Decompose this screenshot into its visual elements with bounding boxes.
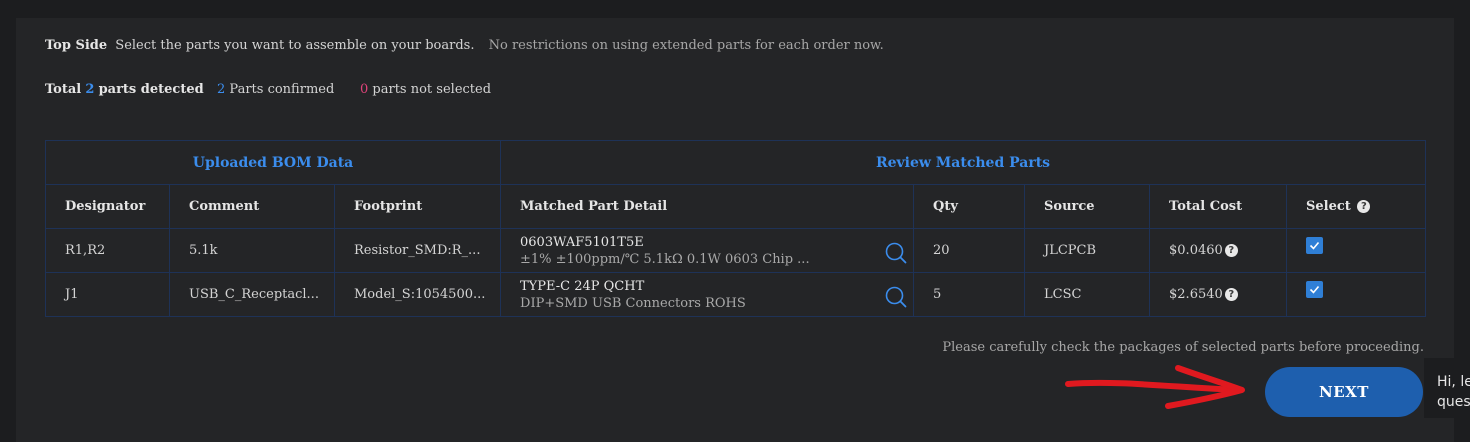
check-packages-note: Please carefully check the packages of s… <box>942 340 1424 355</box>
part-number: TYPE-C 24P QCHT <box>520 278 645 294</box>
col-select: Select ? <box>1286 184 1427 229</box>
comment-cell: 5.1k <box>169 228 335 273</box>
table-row: J1 USB_C_Receptacl... Model_S:1054500...… <box>45 272 1427 317</box>
qty-cell: 20 <box>913 228 1026 273</box>
col-qty: Qty <box>913 184 1026 229</box>
source-cell: JLCPCB <box>1024 228 1151 273</box>
part-description: ±1% ±100ppm/℃ 5.1kΩ 0.1W 0603 Chip ... <box>520 251 810 267</box>
restriction-note: No restrictions on using extended parts … <box>488 38 884 53</box>
designator-cell: R1,R2 <box>45 228 170 273</box>
side-label: Top Side <box>45 38 108 53</box>
search-icon[interactable] <box>885 286 907 308</box>
parts-not-selected: 0 parts not selected <box>360 82 491 97</box>
select-checkbox[interactable] <box>1306 237 1324 254</box>
footprint-cell: Resistor_SMD:R_... <box>333 228 502 273</box>
checkbox-checked-icon <box>1309 285 1320 294</box>
group-review-matched: Review Matched Parts <box>500 140 1427 185</box>
source-cell: LCSC <box>1024 272 1151 317</box>
total-prefix: Total <box>45 82 82 97</box>
table-row: R1,R2 5.1k Resistor_SMD:R_... 0603WAF510… <box>45 228 1427 273</box>
group-uploaded-bom: Uploaded BOM Data <box>44 140 502 185</box>
search-icon[interactable] <box>885 242 907 264</box>
part-description: DIP+SMD USB Connectors ROHS <box>520 295 746 311</box>
chat-line-2: quest <box>1437 394 1470 410</box>
col-source: Source <box>1024 184 1151 229</box>
cost-cell: $2.6540? <box>1149 272 1288 317</box>
col-footprint: Footprint <box>333 184 502 229</box>
help-icon[interactable]: ? <box>1357 200 1371 213</box>
col-total-cost: Total Cost <box>1149 184 1288 229</box>
help-icon[interactable]: ? <box>1224 288 1238 301</box>
footprint-cell: Model_S:1054500... <box>333 272 502 317</box>
col-select-label: Select <box>1306 199 1351 214</box>
comment-cell: USB_C_Receptacl... <box>169 272 335 317</box>
cost-value: $2.6540 <box>1169 287 1223 302</box>
help-icon[interactable]: ? <box>1224 244 1238 257</box>
cost-value: $0.0460 <box>1169 243 1223 258</box>
select-cell <box>1286 228 1427 273</box>
cost-cell: $0.0460? <box>1149 228 1288 273</box>
parts-confirmed: 2 Parts confirmed <box>217 82 334 97</box>
red-arrow-annotation <box>1065 365 1245 409</box>
confirmed-count: 2 <box>217 82 226 97</box>
total-detected: Total 2 parts detected <box>45 82 204 97</box>
col-comment: Comment <box>169 184 335 229</box>
designator-cell: J1 <box>45 272 170 317</box>
not-selected-count: 0 <box>360 82 369 97</box>
instruction-text: Select the parts you want to assemble on… <box>115 38 475 53</box>
chat-widget[interactable]: Hi, le quest <box>1424 358 1470 418</box>
total-count: 2 <box>85 82 95 97</box>
part-number: 0603WAF5101T5E <box>520 234 644 250</box>
top-side-header: Top Side Select the parts you want to as… <box>45 38 884 53</box>
select-checkbox[interactable] <box>1306 281 1324 298</box>
confirmed-label: Parts confirmed <box>229 82 335 97</box>
col-designator: Designator <box>45 184 170 229</box>
total-suffix: parts detected <box>98 82 204 97</box>
qty-cell: 5 <box>913 272 1026 317</box>
not-selected-label: parts not selected <box>372 82 492 97</box>
checkbox-checked-icon <box>1309 241 1320 250</box>
chat-line-1: Hi, le <box>1437 374 1470 390</box>
matched-part-cell: 0603WAF5101T5E ±1% ±100ppm/℃ 5.1kΩ 0.1W … <box>500 228 915 273</box>
select-cell <box>1286 272 1427 317</box>
matched-part-cell: TYPE-C 24P QCHT DIP+SMD USB Connectors R… <box>500 272 915 317</box>
col-matched-part: Matched Part Detail <box>500 184 915 229</box>
next-button[interactable]: NEXT <box>1265 367 1423 417</box>
bom-table: Uploaded BOM Data Review Matched Parts D… <box>44 140 1427 317</box>
